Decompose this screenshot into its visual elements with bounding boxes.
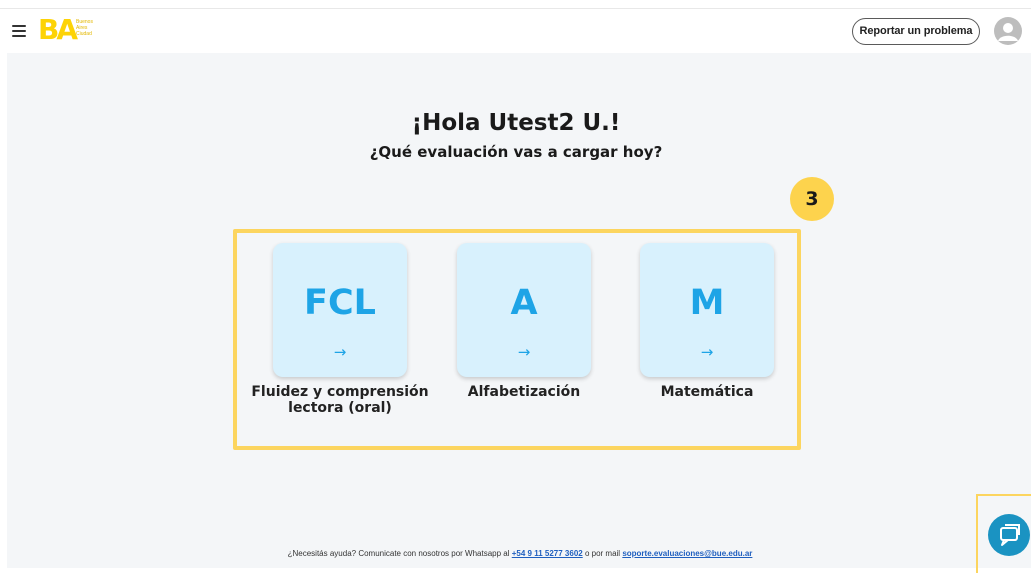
card-abbreviation: A [510,283,538,323]
report-problem-button[interactable]: Reportar un problema [852,18,980,45]
support-email-link[interactable]: soporte.evaluaciones@bue.edu.ar [622,549,752,558]
arrow-right-icon: → [333,343,347,361]
card-label-matematica[interactable]: Matemática [617,384,797,400]
step-number-badge: 3 [790,177,834,221]
logo-subtitle: Buenos Aires Ciudad [76,19,93,37]
hamburger-menu-icon[interactable] [12,25,26,37]
evaluation-question: ¿Qué evaluación vas a cargar hoy? [369,143,663,161]
arrow-right-icon: → [517,343,531,361]
whatsapp-phone-link[interactable]: +54 9 11 5277 3602 [512,549,583,558]
arrow-right-icon: → [700,343,714,361]
card-abbreviation: FCL [304,283,376,323]
footer-text-middle: o por mail [584,549,621,558]
header: BA Buenos Aires Ciudad Reportar un probl… [0,9,1031,53]
evaluation-card-matematica[interactable]: M → [640,243,774,377]
footer-text: ¿Necesitás ayuda? Comunicate con nosotro… [287,549,510,558]
ba-logo[interactable]: BA [38,15,78,45]
help-footer: ¿Necesitás ayuda? Comunicate con nosotro… [0,549,1031,558]
user-avatar-icon[interactable] [994,17,1022,45]
greeting-title: ¡Hola Utest2 U.! [411,110,621,136]
chat-icon[interactable] [988,514,1030,556]
evaluation-card-alfabetizacion[interactable]: A → [457,243,591,377]
card-label-fcl[interactable]: Fluidez y comprensión lectora (oral) [250,384,430,416]
evaluation-card-fcl[interactable]: FCL → [273,243,407,377]
card-label-alfabetizacion[interactable]: Alfabetización [434,384,614,400]
card-abbreviation: M [689,283,725,323]
